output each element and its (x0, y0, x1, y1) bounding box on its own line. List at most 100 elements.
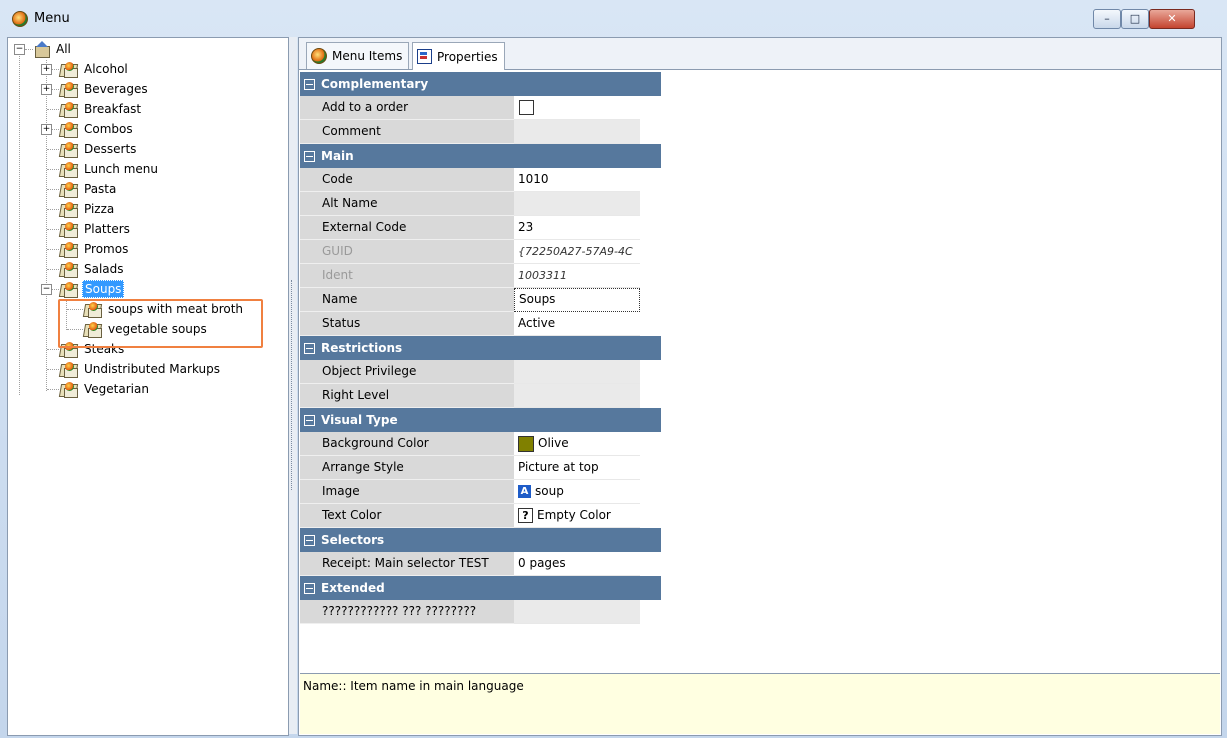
splitter-grip[interactable] (291, 280, 296, 490)
property-row[interactable]: Name Soups (300, 288, 661, 312)
question-icon: ? (518, 508, 533, 523)
property-value[interactable] (514, 192, 640, 216)
property-value: 1003311 (514, 264, 640, 288)
tree-item[interactable]: Lunch menu (58, 159, 160, 179)
property-row[interactable]: Background Color Olive (300, 432, 661, 456)
maximize-icon: □ (1129, 12, 1141, 25)
collapse-icon[interactable]: − (41, 284, 52, 295)
property-row[interactable]: Arrange Style Picture at top (300, 456, 661, 480)
close-icon: ✕ (1167, 12, 1177, 25)
property-label: Comment (300, 120, 514, 144)
property-row[interactable]: Image Asoup (300, 480, 661, 504)
tree-item[interactable]: Beverages (58, 79, 150, 99)
tree-item[interactable]: Promos (58, 239, 130, 259)
section-selectors[interactable]: Selectors (300, 528, 661, 552)
menu-window: Menu – □ ✕ − All + Alcohol + Beverages Break… (0, 0, 1227, 738)
tree-item-label: Platters (84, 222, 130, 236)
property-value[interactable] (514, 120, 640, 144)
tree-item-label: Beverages (84, 82, 148, 96)
property-value[interactable]: ? Empty Color (514, 504, 640, 528)
property-value[interactable]: 1010 (514, 168, 640, 192)
expand-icon[interactable]: + (41, 124, 52, 135)
property-value[interactable] (514, 360, 640, 384)
section-title: Main (321, 149, 354, 163)
minimize-button[interactable]: – (1093, 9, 1121, 29)
section-title: Visual Type (321, 413, 398, 427)
collapse-all-toggle[interactable]: − (14, 44, 25, 55)
folder-icon (58, 201, 79, 218)
folder-icon (58, 181, 79, 198)
highlight-annotation (58, 299, 263, 348)
property-row[interactable]: Status Active (300, 312, 661, 336)
section-title: Complementary (321, 77, 429, 91)
tree-item[interactable]: Platters (58, 219, 132, 239)
property-label: Background Color (300, 432, 514, 456)
property-row[interactable]: Add to a order (300, 96, 661, 120)
section-extended[interactable]: Extended (300, 576, 661, 600)
property-row[interactable]: Alt Name (300, 192, 661, 216)
tab-menu-items[interactable]: Menu Items (306, 42, 410, 69)
maximize-button[interactable]: □ (1121, 9, 1149, 29)
property-value[interactable] (514, 384, 640, 408)
property-row[interactable]: Receipt: Main selector TEST 0 pages (300, 552, 661, 576)
tab-properties[interactable]: Properties (412, 42, 505, 70)
tree-item[interactable]: Breakfast (58, 99, 143, 119)
tree-item-label: Salads (84, 262, 124, 276)
section-complementary[interactable]: Complementary (300, 72, 661, 96)
property-row[interactable]: Ident 1003311 (300, 264, 661, 288)
property-row[interactable]: Text Color? Empty Color (300, 504, 661, 528)
tree-root-all[interactable]: All (34, 39, 73, 59)
tree-item[interactable]: Vegetarian (58, 379, 151, 399)
property-value[interactable]: 23 (514, 216, 640, 240)
property-row[interactable]: Code 1010 (300, 168, 661, 192)
section-title: Selectors (321, 533, 385, 547)
section-main[interactable]: Main (300, 144, 661, 168)
property-value[interactable]: Asoup (514, 480, 640, 504)
tree-item-label: Pasta (84, 182, 117, 196)
property-value[interactable]: Picture at top (514, 456, 640, 480)
color-swatch-icon (518, 435, 534, 452)
property-row[interactable]: Object Privilege (300, 360, 661, 384)
tree-item-label: Breakfast (84, 102, 142, 116)
category-tree[interactable]: − All + Alcohol + Beverages Breakfast + Combos… (7, 37, 289, 736)
image-icon: A (518, 485, 531, 498)
property-label: Object Privilege (300, 360, 514, 384)
property-row[interactable]: Comment (300, 120, 661, 144)
property-value[interactable] (514, 96, 640, 120)
property-value[interactable]: 0 pages (514, 552, 640, 576)
tree-item-label: All (56, 42, 71, 56)
property-label: Image (300, 480, 514, 504)
property-row[interactable]: ???????????? ??? ???????? (300, 600, 661, 624)
tree-item[interactable]: Undistributed Markups (58, 359, 222, 379)
property-value[interactable]: Active (514, 312, 640, 336)
property-row[interactable]: Right Level (300, 384, 661, 408)
tree-item[interactable]: Salads (58, 259, 126, 279)
expand-icon[interactable]: + (41, 64, 52, 75)
section-restrictions[interactable]: Restrictions (300, 336, 661, 360)
tree-item[interactable]: Pasta (58, 179, 118, 199)
tree-item-label: Pizza (84, 202, 115, 216)
name-value-field[interactable]: Soups (514, 288, 640, 312)
tree-item[interactable]: Soups (58, 279, 125, 299)
close-button[interactable]: ✕ (1149, 9, 1195, 29)
property-label: Alt Name (300, 192, 514, 216)
folder-icon (58, 61, 79, 78)
section-visual-type[interactable]: Visual Type (300, 408, 661, 432)
tree-item[interactable]: Alcohol (58, 59, 130, 79)
tree-item[interactable]: Pizza (58, 199, 116, 219)
section-title: Restrictions (321, 341, 403, 355)
folder-icon (58, 241, 79, 258)
property-row[interactable]: GUID {72250A27-57A9-4C (300, 240, 661, 264)
tree-item[interactable]: Desserts (58, 139, 138, 159)
property-row[interactable]: External Code 23 (300, 216, 661, 240)
property-value[interactable] (514, 600, 640, 624)
expand-icon[interactable]: + (41, 84, 52, 95)
text-color-name: Empty Color (537, 508, 611, 522)
add-to-order-checkbox[interactable] (519, 100, 534, 115)
property-value[interactable]: Olive (514, 432, 640, 456)
folder-icon (58, 361, 79, 378)
tab-label: Properties (437, 49, 498, 64)
property-label: Code (300, 168, 514, 192)
tree-item[interactable]: Combos (58, 119, 135, 139)
tree-item-label: Soups (82, 280, 125, 298)
